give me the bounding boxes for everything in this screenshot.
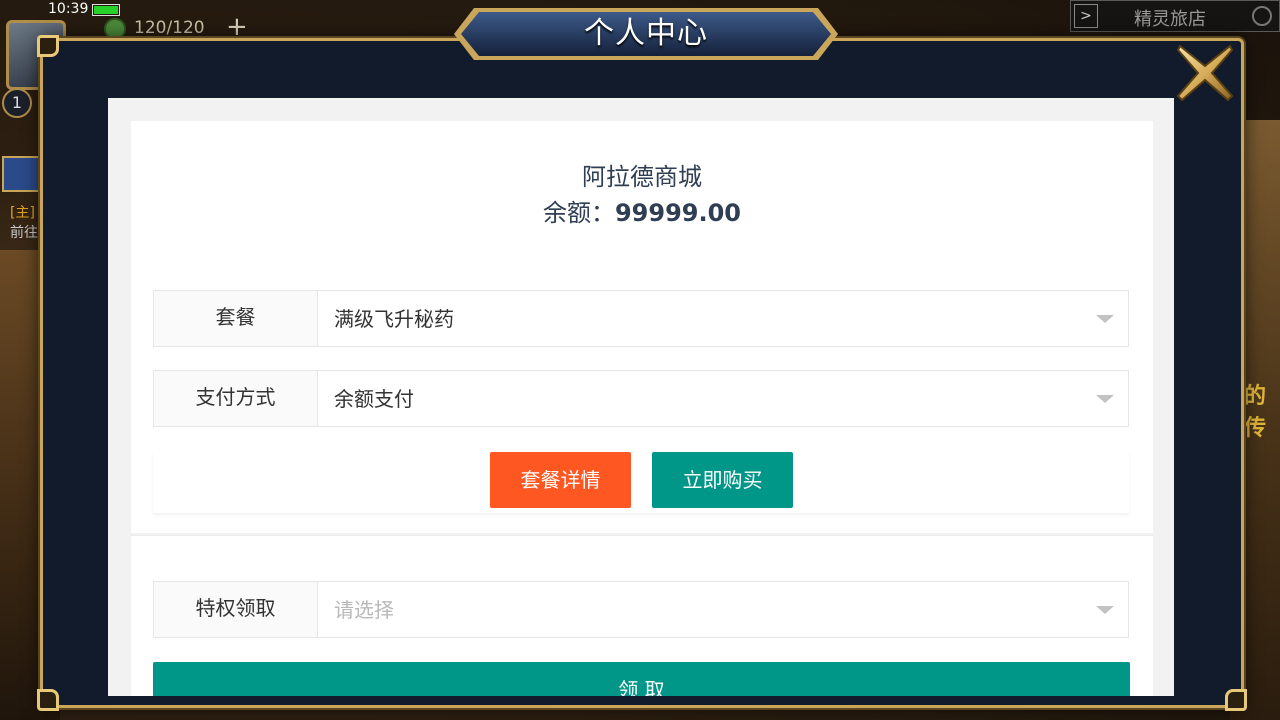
balance-amount: 99999.00 (614, 199, 741, 227)
dialog-title: 个人中心 (584, 16, 708, 51)
dropdown-arrow-icon[interactable] (1096, 606, 1114, 614)
payment-method-value[interactable]: 余额支付 (334, 371, 414, 426)
store-name: 阿拉德商城 (582, 163, 702, 191)
player-level-badge: 1 (2, 88, 32, 118)
clock-time: 10:39 (48, 1, 89, 17)
close-button[interactable] (1174, 42, 1236, 104)
package-value[interactable]: 满级飞升秘药 (334, 291, 454, 346)
dropdown-arrow-icon[interactable] (1096, 395, 1114, 403)
frame-corner-ornament (37, 689, 59, 711)
quest-icon[interactable] (2, 156, 42, 192)
frame-corner-ornament (37, 35, 59, 57)
action-button-bar: 套餐详情 立即购买 (153, 451, 1129, 513)
frame-corner-ornament (1225, 689, 1247, 711)
privilege-card: 特权领取 请选择 领 取 (131, 535, 1153, 696)
expand-arrow-icon[interactable]: > (1074, 4, 1098, 28)
privilege-select[interactable]: 特权领取 请选择 (153, 581, 1129, 638)
privilege-placeholder[interactable]: 请选择 (334, 582, 394, 637)
payment-method-label: 支付方式 (154, 371, 318, 426)
balance-label: 余额： (542, 199, 615, 227)
payment-method-select[interactable]: 支付方式 余额支付 (153, 370, 1129, 427)
energy-counter: 120/120 (134, 18, 205, 38)
package-label: 套餐 (154, 291, 318, 346)
buy-now-button[interactable]: 立即购买 (652, 452, 793, 508)
dialog-title-banner: 个人中心 (452, 6, 840, 62)
package-details-button[interactable]: 套餐详情 (490, 452, 631, 508)
location-name: 精灵旅店 (1134, 9, 1206, 30)
battery-icon (92, 4, 120, 16)
quest-type-label[interactable]: [主] (10, 202, 35, 222)
quest-goto-label[interactable]: 前往 (10, 222, 38, 242)
claim-button[interactable]: 领 取 (153, 662, 1130, 696)
side-banner-text: 的传 (1244, 384, 1267, 441)
close-icon (1176, 44, 1234, 102)
privilege-label: 特权领取 (154, 582, 318, 637)
search-icon[interactable] (1252, 6, 1272, 26)
dropdown-arrow-icon[interactable] (1096, 315, 1114, 323)
energy-leaf-icon (104, 18, 126, 40)
purchase-card: 阿拉德商城 余额：99999.00 套餐 满级飞升秘药 支付方式 余额支付 套餐… (131, 121, 1153, 533)
package-select[interactable]: 套餐 满级飞升秘药 (153, 290, 1129, 347)
store-webview: 阿拉德商城 余额：99999.00 套餐 满级飞升秘药 支付方式 余额支付 套餐… (108, 98, 1174, 696)
balance-display: 余额：99999.00 (131, 193, 1153, 228)
